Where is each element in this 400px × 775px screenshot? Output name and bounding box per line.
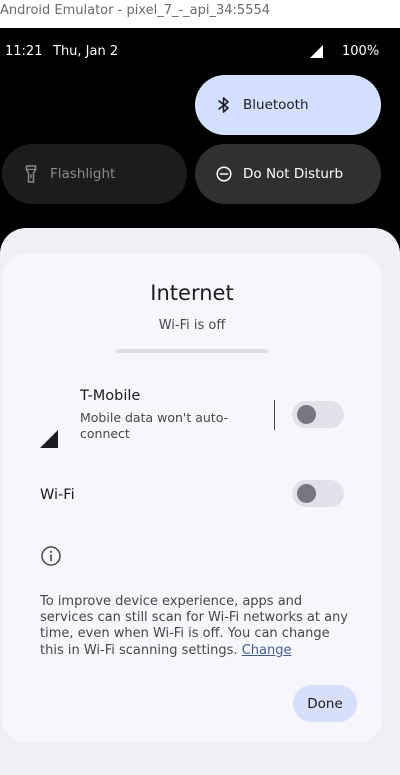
mobile-network-name[interactable]: T-Mobile [80, 388, 140, 404]
quick-tile-flashlight[interactable]: Flashlight [2, 144, 187, 204]
quick-tile-label: Bluetooth [243, 97, 309, 113]
do-not-disturb-icon [215, 165, 233, 183]
wifi-scanning-info: To improve device experience, apps and s… [40, 594, 350, 659]
battery-percentage: 100% [342, 44, 380, 59]
dialog-subtitle: Wi-Fi is off [158, 318, 226, 333]
window-title: Android Emulator - pixel_7_-_api_34:5554 [0, 3, 271, 18]
mobile-network-description: Mobile data won't auto-connect [80, 410, 229, 441]
done-button[interactable]: Done [293, 685, 357, 722]
status-bar: 11:21 Thu, Jan 2 100% [0, 28, 400, 76]
info-text: To improve device experience, apps and s… [40, 594, 349, 658]
quick-tile-bluetooth[interactable]: Bluetooth [195, 75, 381, 135]
change-link[interactable]: Change [242, 643, 292, 658]
quick-tile-label: Do Not Disturb [243, 166, 344, 182]
status-date: Thu, Jan 2 [53, 44, 119, 59]
row-divider [274, 400, 275, 430]
flashlight-icon [22, 165, 40, 183]
mobile-data-toggle[interactable] [292, 401, 344, 428]
mobile-signal-icon [40, 430, 58, 448]
toggle-knob [297, 405, 316, 424]
wifi-toggle[interactable] [292, 480, 344, 507]
cell-signal-icon [310, 45, 323, 58]
internet-dialog: Internet Wi-Fi is off T-Mobile Mobile da… [2, 253, 382, 743]
device-screen: 11:21 Thu, Jan 2 100% Bluetooth Flashlig… [0, 28, 400, 775]
dialog-title: Internet [150, 281, 234, 305]
quick-tile-do-not-disturb[interactable]: Do Not Disturb [195, 144, 381, 204]
bluetooth-icon [215, 96, 233, 114]
info-icon [41, 546, 61, 566]
status-time: 11:21 [5, 44, 43, 59]
toggle-knob [297, 484, 316, 503]
emulator-title-bar: Android Emulator - pixel_7_-_api_34:5554 [0, 0, 400, 28]
progress-divider [116, 349, 268, 353]
wifi-label: Wi-Fi [40, 487, 75, 503]
quick-tile-label: Flashlight [50, 166, 116, 182]
